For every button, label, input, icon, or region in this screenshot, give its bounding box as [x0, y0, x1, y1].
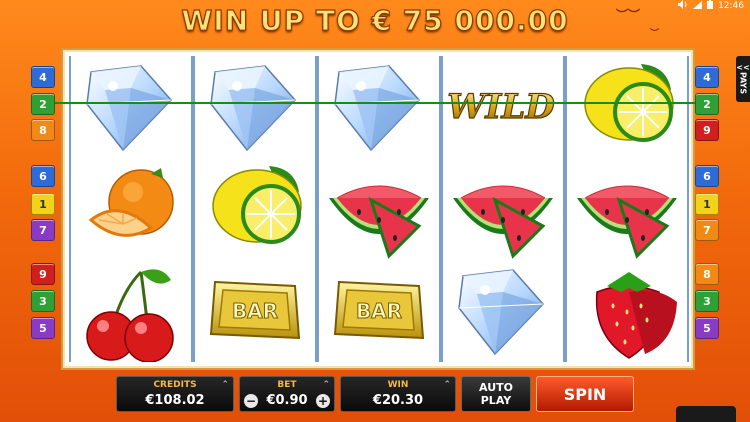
win-panel: WIN €20.30 ⌃ — [340, 376, 456, 412]
left-payline-3[interactable]: 3 — [31, 290, 55, 312]
expand-icon: ⌃ — [221, 380, 229, 390]
autoplay-label-line2: PLAY — [480, 394, 512, 407]
autoplay-label-line1: AUTO — [479, 381, 513, 394]
bet-panel: BET €0.90 ⌃ − + — [239, 376, 335, 412]
watermelon-symbol — [567, 160, 687, 260]
chevron-left-icon: << — [736, 63, 750, 73]
diamond-symbol — [71, 58, 191, 158]
wild-symbol: WILD — [443, 58, 563, 158]
bet-increase-button[interactable]: + — [316, 394, 330, 408]
watermelon-symbol — [319, 160, 439, 260]
reels-frame: BAR BAR WILD — [63, 50, 693, 368]
left-payline-5[interactable]: 5 — [31, 317, 55, 339]
spin-button[interactable]: SPIN — [536, 376, 634, 412]
menu-corner-tab[interactable] — [676, 406, 736, 422]
orange-symbol — [71, 160, 191, 260]
autoplay-button[interactable]: AUTO PLAY — [461, 376, 531, 412]
watermelon-symbol — [443, 160, 563, 260]
bird-icon: ︶ — [650, 29, 660, 39]
expand-icon[interactable]: ⌃ — [322, 380, 330, 390]
svg-text:BAR: BAR — [232, 299, 278, 323]
bar-symbol: BAR — [319, 262, 439, 362]
expand-icon[interactable]: ⌃ — [443, 380, 451, 390]
win-value: €20.30 — [372, 393, 424, 408]
svg-text:BAR: BAR — [356, 299, 402, 323]
left-payline-1[interactable]: 1 — [31, 193, 55, 215]
left-payline-8[interactable]: 8 — [31, 119, 55, 141]
right-payline-6[interactable]: 6 — [695, 165, 719, 187]
win-label: WIN — [387, 380, 409, 390]
pays-tab[interactable]: << PAYS — [736, 56, 750, 102]
bird-icon: ︶︶ — [616, 8, 641, 22]
left-payline-6[interactable]: 6 — [31, 165, 55, 187]
right-payline-1[interactable]: 1 — [695, 193, 719, 215]
credits-value: €108.02 — [145, 393, 205, 408]
credits-label: CREDITS — [153, 380, 197, 390]
right-payline-9[interactable]: 9 — [695, 119, 719, 141]
right-payline-2[interactable]: 2 — [695, 93, 719, 115]
bet-label: BET — [277, 380, 297, 390]
left-payline-2[interactable]: 2 — [31, 93, 55, 115]
diamond-symbol — [319, 58, 439, 158]
cherry-symbol — [71, 262, 191, 363]
right-payline-4[interactable]: 4 — [695, 66, 719, 88]
right-payline-7[interactable]: 7 — [695, 219, 719, 241]
diamond-symbol — [195, 58, 315, 158]
left-payline-7[interactable]: 7 — [31, 219, 55, 241]
pays-label: PAYS — [738, 72, 748, 95]
right-payline-5[interactable]: 5 — [695, 317, 719, 339]
strawberry-symbol — [567, 262, 687, 362]
right-payline-3[interactable]: 3 — [695, 290, 719, 312]
bar-symbol: BAR — [195, 262, 315, 362]
right-payline-8[interactable]: 8 — [695, 263, 719, 285]
credits-panel[interactable]: CREDITS €108.02 ⌃ — [116, 376, 234, 412]
bet-decrease-button[interactable]: − — [244, 394, 258, 408]
lemon-symbol — [195, 160, 315, 260]
diamond-symbol — [443, 262, 563, 362]
lemon-symbol — [567, 58, 687, 158]
left-payline-9[interactable]: 9 — [31, 263, 55, 285]
left-payline-4[interactable]: 4 — [31, 66, 55, 88]
winning-payline — [55, 102, 695, 104]
svg-text:WILD: WILD — [447, 87, 555, 127]
